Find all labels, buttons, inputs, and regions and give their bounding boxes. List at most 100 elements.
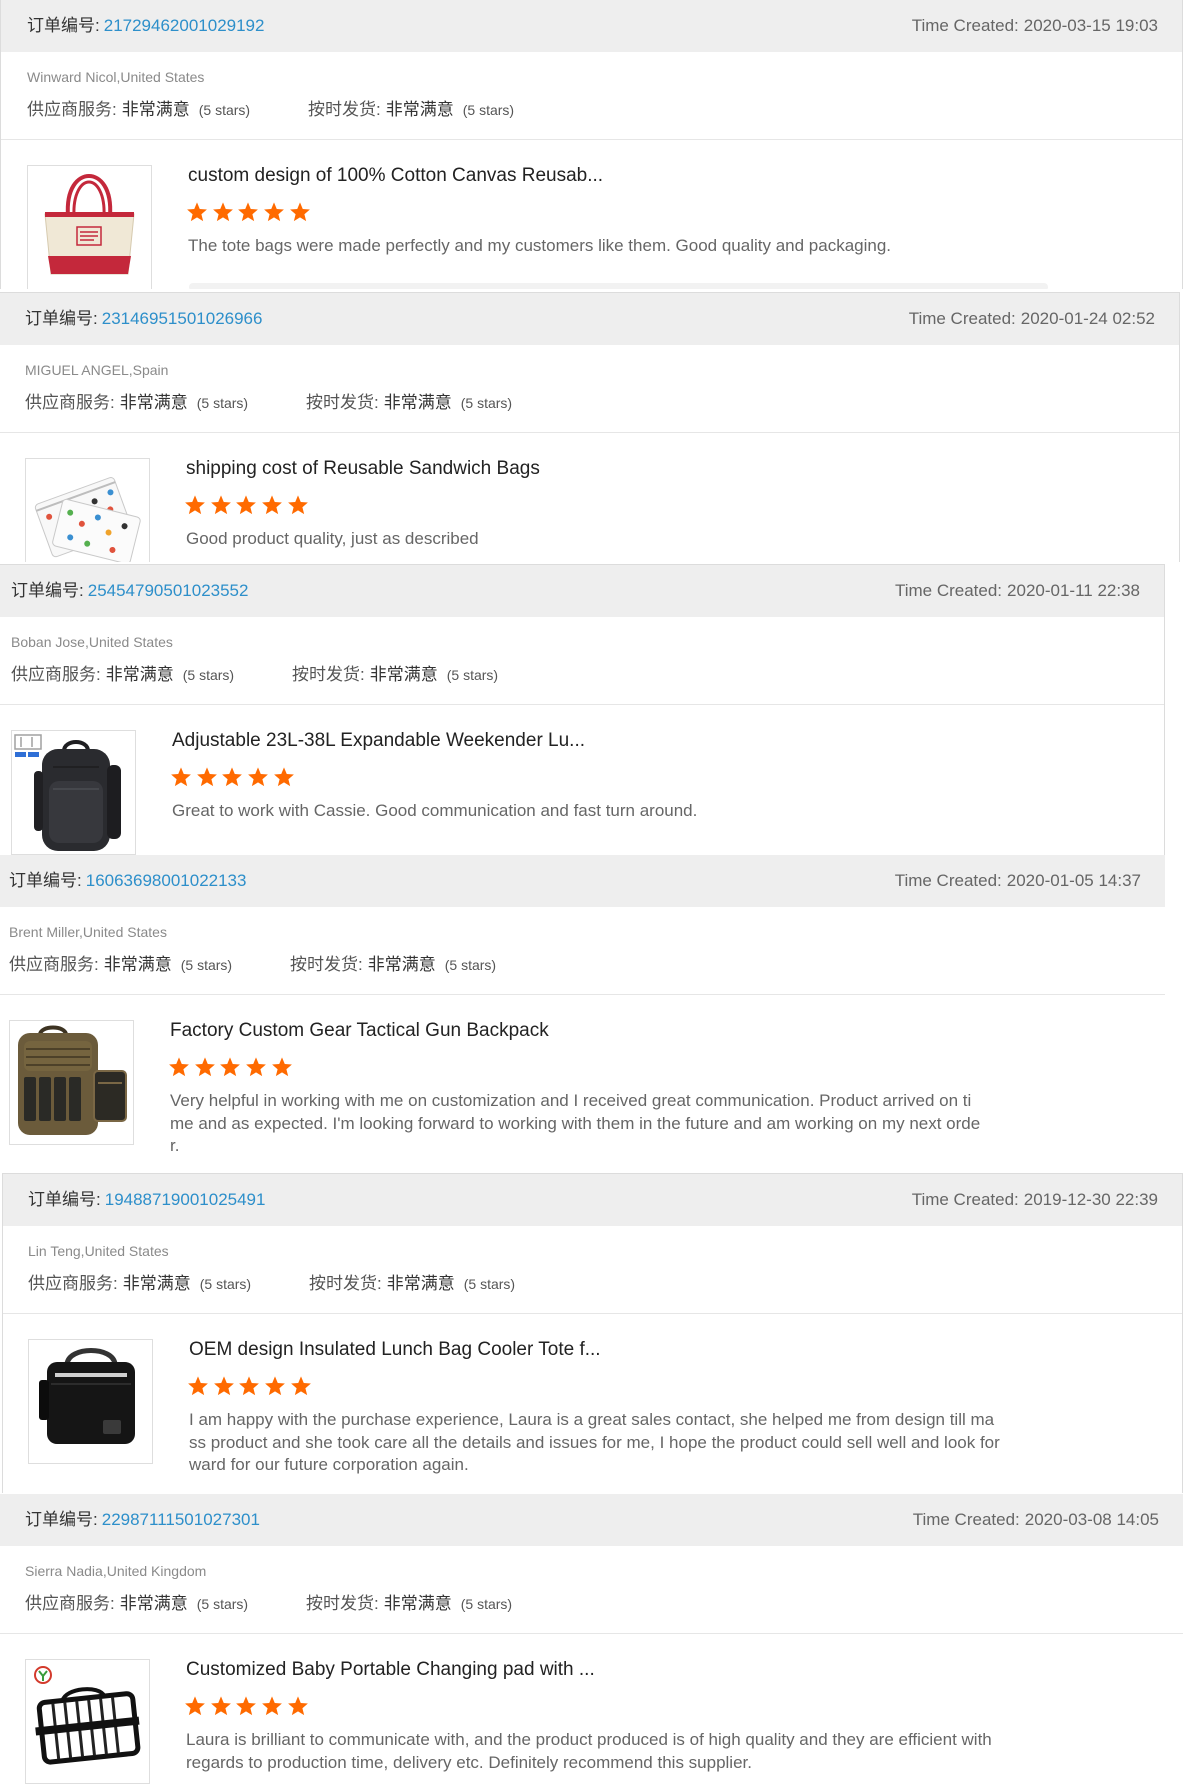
supplier-service-rating: 供应商服务: 非常满意 (5 stars) [11,664,234,686]
buyer-location: Sierra Nadia,United Kingdom [25,1563,207,1579]
on-time-delivery-label: 按时发货: [308,100,381,119]
divider [0,432,1179,433]
star-icon [170,764,196,790]
time-created: Time Created: 2020-03-15 19:03 [912,0,1158,52]
star-icon [287,492,313,518]
product-title[interactable]: Customized Baby Portable Changing pad wi… [186,1658,595,1682]
star-icon [287,1693,313,1719]
buyer-location: Brent Miller,United States [9,924,167,940]
time-created: Time Created: 2020-03-08 14:05 [913,1494,1159,1546]
star-icon [261,1693,287,1719]
ratings-row: 供应商服务: 非常满意 (5 stars) 按时发货: 非常满意 (5 stars) [27,99,727,121]
divider [3,1313,1182,1314]
review-text: Very helpful in working with me on custo… [170,1091,981,1155]
on-time-delivery-stars-text: (5 stars) [460,395,513,411]
order-info: 订单编号: 21729462001029192 [27,0,264,52]
on-time-delivery-value: 非常满意 [383,1594,452,1613]
order-header: 订单编号: 21729462001029192 Time Created: 2020… [1,0,1182,52]
supplier-service-rating: 供应商服务: 非常满意 (5 stars) [28,1273,251,1295]
time-created-label: Time Created: [894,871,1002,890]
order-number-link[interactable]: 16063698001022133 [86,871,247,890]
on-time-delivery-value: 非常满意 [367,955,436,974]
on-time-delivery-value: 非常满意 [383,393,452,412]
supplier-service-label: 供应商服务: [25,1594,115,1613]
time-created: Time Created: 2020-01-05 14:37 [895,855,1141,907]
time-created-label: Time Created: [911,16,1019,35]
star-icon [273,764,299,790]
order-number-label: 订单编号: [25,309,98,328]
star-icon [290,1373,316,1399]
order-number-link[interactable]: 21729462001029192 [104,16,265,35]
product-title[interactable]: custom design of 100% Cotton Canvas Reus… [188,164,603,188]
ratings-row: 供应商服务: 非常满意 (5 stars) 按时发货: 非常满意 (5 stars) [25,392,725,414]
sandwich-bags-image [34,477,141,562]
supplier-service-label: 供应商服务: [28,1274,118,1293]
product-title[interactable]: Adjustable 23L-38L Expandable Weekender … [172,729,585,753]
supplier-service-rating: 供应商服务: 非常满意 (5 stars) [25,1593,248,1615]
product-image[interactable] [9,1020,134,1145]
lunch-bag-image [39,1348,135,1444]
on-time-delivery-value: 非常满意 [385,100,454,119]
time-created-value: 2020-01-11 22:38 [1007,581,1140,600]
on-time-delivery-stars-text: (5 stars) [446,667,499,683]
supplier-service-stars-text: (5 stars) [199,1276,252,1292]
ratings-row: 供应商服务: 非常满意 (5 stars) 按时发货: 非常满意 (5 stars) [11,664,711,686]
review-card: 订单编号: 19488719001025491 Time Created: 2019… [2,1173,1183,1493]
supplier-service-stars-text: (5 stars) [198,102,251,118]
star-icon [238,1373,264,1399]
star-icon [271,1054,297,1080]
product-image[interactable] [27,165,152,289]
time-created-value: 2020-03-15 19:03 [1023,16,1158,35]
review-card: 订单编号: 21729462001029192 Time Created: 2020… [0,0,1183,289]
product-title[interactable]: OEM design Insulated Lunch Bag Cooler To… [189,1338,601,1362]
order-number-label: 订单编号: [28,1190,101,1209]
review-card: 订单编号: 22987111501027301 Time Created: 2020… [0,1494,1183,1791]
review-card: 订单编号: 25454790501023552 Time Created: 2020… [0,564,1165,855]
order-info: 订单编号: 19488719001025491 [28,1174,265,1226]
time-created-value: 2019-12-30 22:39 [1023,1190,1158,1209]
time-created-label: Time Created: [911,1190,1019,1209]
on-time-delivery-stars-text: (5 stars) [462,102,515,118]
product-image[interactable] [25,1659,150,1784]
divider [0,704,1164,705]
on-time-delivery-rating: 按时发货: 非常满意 (5 stars) [306,1593,512,1615]
rating-stars [168,1054,296,1080]
supplier-service-label: 供应商服务: [25,393,115,412]
supplier-service-rating: 供应商服务: 非常满意 (5 stars) [27,99,250,121]
time-created-value: 2020-01-05 14:37 [1006,871,1141,890]
star-icon [184,1693,210,1719]
order-number-label: 订单编号: [9,871,82,890]
supplier-service-stars-text: (5 stars) [196,395,249,411]
star-icon [186,199,212,225]
order-number-link[interactable]: 19488719001025491 [105,1190,266,1209]
star-icon [264,1373,290,1399]
rating-stars [186,199,314,225]
order-info: 订单编号: 16063698001022133 [9,855,246,907]
order-number-link[interactable]: 23146951501026966 [102,309,263,328]
supplier-service-stars-text: (5 stars) [180,957,233,973]
order-header: 订单编号: 23146951501026966 Time Created: 2020… [0,293,1179,345]
product-title[interactable]: shipping cost of Reusable Sandwich Bags [186,457,540,481]
star-icon [187,1373,213,1399]
order-number-link[interactable]: 22987111501027301 [102,1510,260,1529]
supplier-service-stars-text: (5 stars) [182,667,235,683]
ratings-row: 供应商服务: 非常满意 (5 stars) 按时发货: 非常满意 (5 stars) [28,1273,728,1295]
product-title[interactable]: Factory Custom Gear Tactical Gun Backpac… [170,1019,549,1043]
supplier-service-value: 非常满意 [103,955,172,974]
star-icon [184,492,210,518]
on-time-delivery-label: 按时发货: [290,955,363,974]
tote-bag-image [44,173,135,275]
supplier-service-value: 非常满意 [105,665,174,684]
product-image[interactable] [28,1339,153,1464]
product-image[interactable] [25,458,150,562]
changing-pad-image [34,1666,141,1765]
star-icon [194,1054,220,1080]
order-header: 订单编号: 25454790501023552 Time Created: 2020… [0,565,1164,617]
rating-stars [184,492,312,518]
order-number-link[interactable]: 25454790501023552 [88,581,249,600]
product-image[interactable] [11,730,136,855]
star-icon [237,199,263,225]
order-info: 订单编号: 25454790501023552 [11,565,248,617]
on-time-delivery-rating: 按时发货: 非常满意 (5 stars) [306,392,512,414]
on-time-delivery-rating: 按时发货: 非常满意 (5 stars) [309,1273,515,1295]
